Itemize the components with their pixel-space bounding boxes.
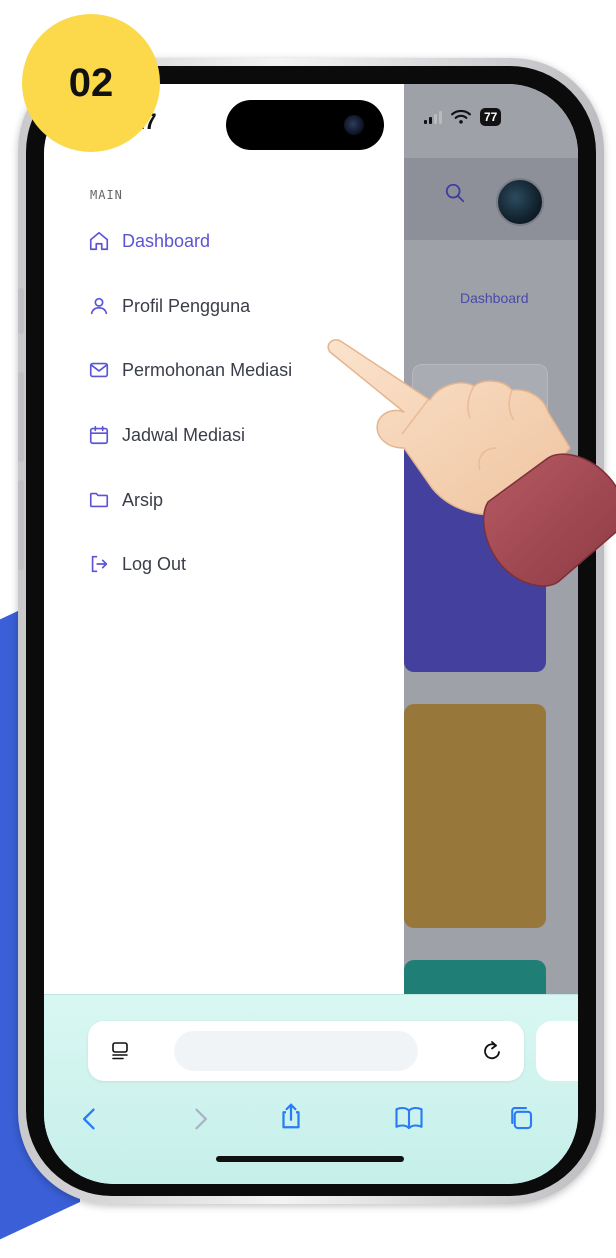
share-icon[interactable] (276, 1101, 306, 1131)
nav-section-label: MAIN (90, 188, 123, 202)
page-menu-icon[interactable] (108, 1039, 132, 1063)
sidebar-item-label: Profil Pengguna (122, 295, 251, 316)
phone-volume-up-button (18, 372, 24, 462)
battery-icon: 77 (480, 108, 502, 126)
sidebar-item-label: Dashboard (122, 230, 211, 251)
sidebar-item-profil-pengguna[interactable]: Profil Pengguna (88, 295, 250, 317)
wifi-icon (451, 109, 471, 124)
sidebar-item-jadwal-mediasi[interactable]: Jadwal Mediasi (88, 424, 245, 446)
home-icon (89, 231, 109, 251)
home-indicator (216, 1156, 404, 1162)
sidebar-item-log-out[interactable]: Log Out (88, 553, 186, 575)
page-header (404, 158, 578, 240)
breadcrumb: Dashboard (460, 290, 529, 306)
signal-icon (424, 110, 442, 124)
reload-icon[interactable] (480, 1039, 504, 1063)
folder-icon (89, 492, 109, 508)
forward-icon[interactable] (186, 1105, 214, 1133)
sidebar-item-label: Jadwal Mediasi (122, 424, 246, 445)
search-icon[interactable] (444, 182, 466, 204)
back-icon[interactable] (76, 1105, 104, 1133)
bookmarks-icon[interactable] (394, 1103, 424, 1133)
pointing-hand-icon (327, 339, 616, 587)
sidebar-item-label: Arsip (122, 489, 164, 510)
user-icon (90, 297, 108, 315)
address-bar[interactable] (88, 1021, 524, 1081)
calendar-icon (89, 425, 109, 445)
sidebar-item-dashboard[interactable]: Dashboard (88, 230, 210, 252)
url-field[interactable] (174, 1031, 418, 1071)
front-camera (344, 115, 364, 135)
phone-volume-down-button (18, 480, 24, 570)
phone-screen: Dashboard .17 MAIN Dashboard Profil Peng… (44, 84, 578, 1184)
sidebar-item-label: Permohonan Mediasi (122, 359, 293, 380)
sidebar-item-label: Log Out (122, 553, 187, 574)
avatar[interactable] (496, 178, 544, 226)
step-badge: 02 (22, 14, 160, 152)
sidebar-item-permohonan-mediasi[interactable]: Permohonan Mediasi (88, 359, 292, 381)
step-number: 02 (68, 60, 114, 105)
logout-icon (91, 555, 108, 573)
mail-icon (89, 362, 109, 378)
phone-action-button (18, 288, 24, 334)
tabs-icon[interactable] (506, 1103, 536, 1133)
stat-card-gold (404, 704, 546, 928)
next-tab-preview[interactable] (536, 1021, 578, 1081)
status-indicators: 77 (424, 108, 502, 126)
dynamic-island (226, 100, 384, 150)
sidebar-item-arsip[interactable]: Arsip (88, 489, 163, 511)
